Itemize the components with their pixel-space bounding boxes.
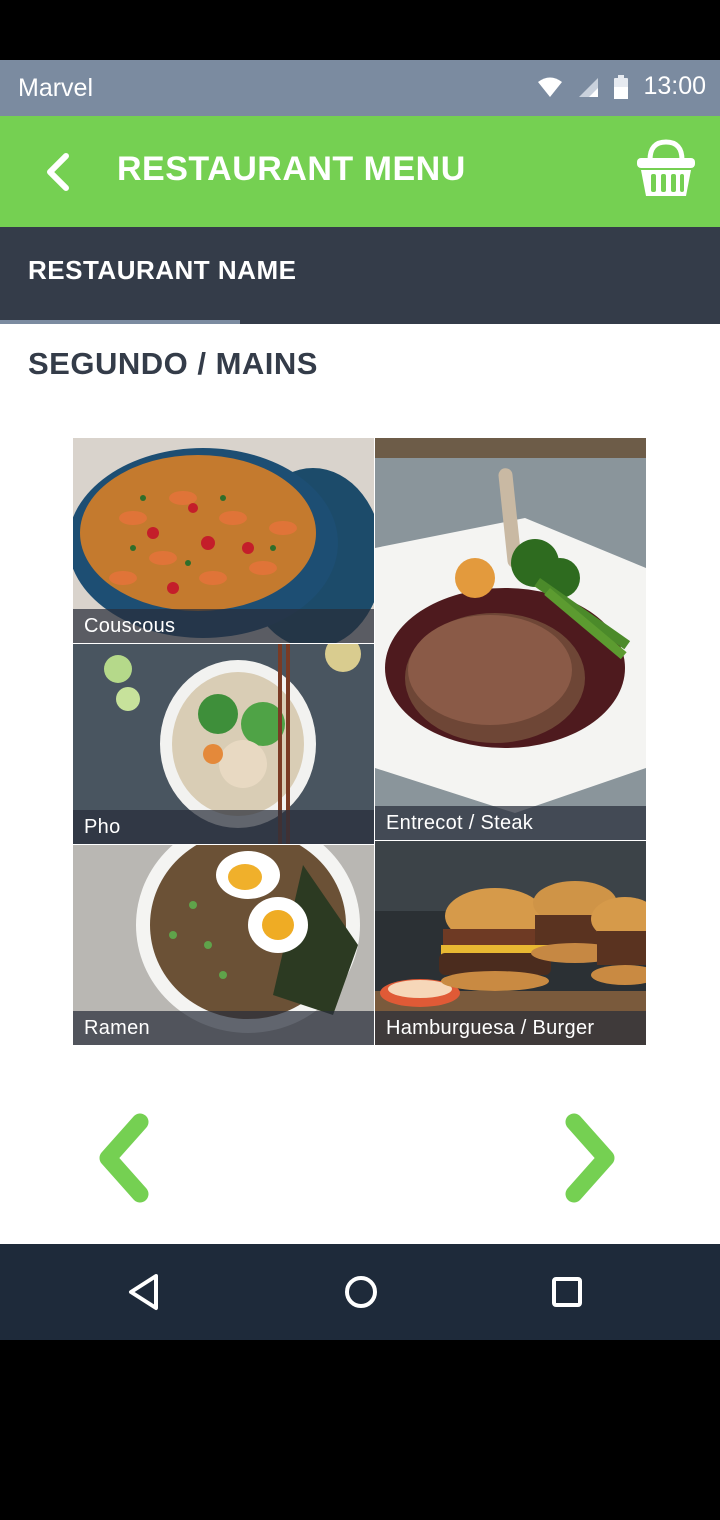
dish-tile-pho[interactable]: Pho xyxy=(73,644,374,844)
status-bar: Marvel 13:00 xyxy=(0,60,720,116)
section-title: SEGUNDO / MAINS xyxy=(28,346,318,381)
menu-content: SEGUNDO / MAINS Couscous Entrecot / Stea… xyxy=(0,324,720,1244)
app-bar: RESTAURANT MENU xyxy=(0,116,720,227)
basket-icon[interactable] xyxy=(634,138,698,200)
battery-icon xyxy=(614,74,629,99)
dish-tile-couscous[interactable]: Couscous xyxy=(73,438,374,643)
signal-icon xyxy=(579,77,599,97)
home-circle-icon[interactable] xyxy=(339,1270,383,1314)
status-icons: 13:00 xyxy=(537,72,706,101)
carrier-label: Marvel xyxy=(18,74,94,102)
dish-tile-ramen[interactable]: Ramen xyxy=(73,845,374,1045)
back-chevron-icon[interactable] xyxy=(40,152,80,192)
dish-grid: Couscous Entrecot / Steak Pho Ramen Hamb… xyxy=(73,438,646,1045)
system-nav-bar xyxy=(0,1244,720,1340)
page-title: RESTAURANT MENU xyxy=(117,150,466,188)
back-triangle-icon[interactable] xyxy=(122,1270,166,1314)
tab-restaurant-name[interactable]: RESTAURANT NAME xyxy=(28,255,296,286)
recents-square-icon[interactable] xyxy=(545,1270,589,1314)
wifi-icon xyxy=(538,77,563,97)
clock: 13:00 xyxy=(643,72,706,100)
dish-tile-steak[interactable]: Entrecot / Steak xyxy=(375,438,646,840)
tab-bar: RESTAURANT NAME xyxy=(0,227,720,324)
steak-image xyxy=(375,438,646,840)
prev-page-icon[interactable] xyxy=(92,1112,156,1204)
dish-tile-burger[interactable]: Hamburguesa / Burger xyxy=(375,841,646,1045)
dish-name: Entrecot / Steak xyxy=(375,806,646,840)
dish-name: Couscous xyxy=(73,609,374,643)
dish-name: Hamburguesa / Burger xyxy=(375,1011,646,1045)
dish-name: Ramen xyxy=(73,1011,374,1045)
dish-name: Pho xyxy=(73,810,374,844)
next-page-icon[interactable] xyxy=(558,1112,622,1204)
